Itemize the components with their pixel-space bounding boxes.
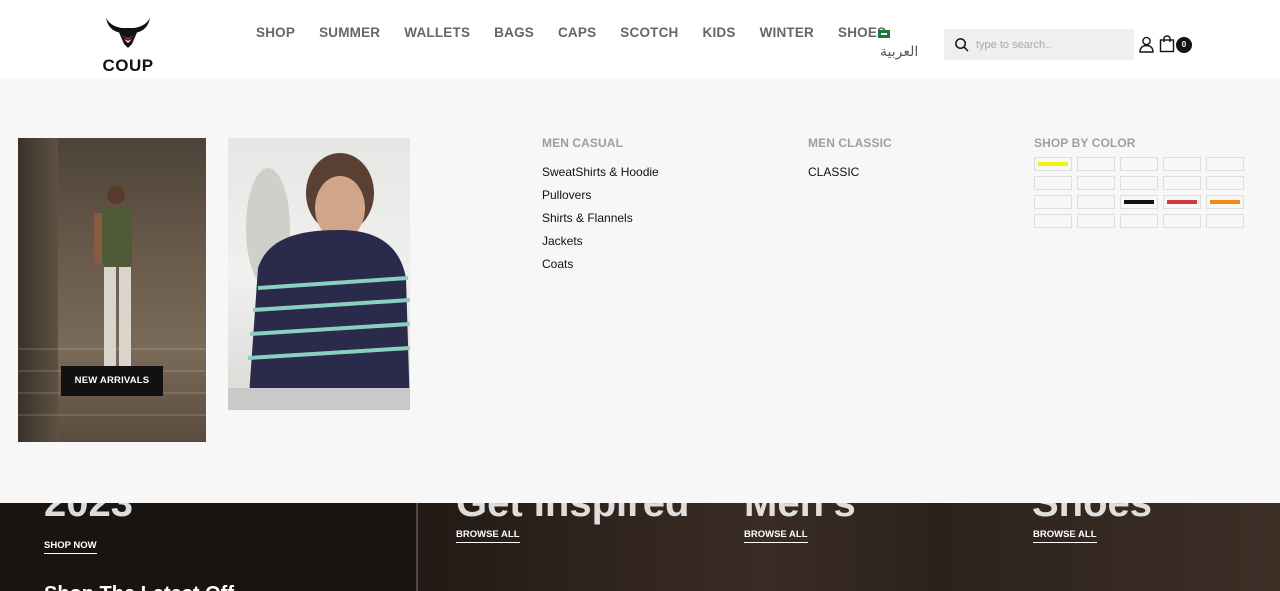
link-sweatshirts-hoodie[interactable]: SweatShirts & Hoodie [542, 165, 659, 180]
nav-summer[interactable]: SUMMER [307, 25, 392, 40]
hero-heading-2: Get Inspired [456, 503, 690, 525]
link-pullovers[interactable]: Pullovers [542, 188, 659, 203]
language-switcher[interactable]: العربية [876, 28, 930, 68]
color-swatch[interactable] [1163, 214, 1201, 228]
nav-kids[interactable]: KIDS [691, 25, 748, 40]
color-swatch[interactable] [1120, 176, 1158, 190]
hero-heading-4: Shoes [1032, 503, 1153, 525]
color-swatch[interactable] [1077, 157, 1115, 171]
color-swatch[interactable] [1077, 214, 1115, 228]
stair-line [18, 414, 206, 416]
search-input[interactable] [976, 34, 1126, 55]
shop-by-color-title: SHOP BY COLOR [1034, 136, 1136, 150]
promo-image-striped-tee[interactable] [228, 138, 410, 410]
color-chip [1124, 200, 1154, 204]
logo-text: COUP [102, 56, 154, 75]
color-swatch[interactable] [1034, 214, 1072, 228]
men-casual-column: MEN CASUAL SweatShirts & Hoodie Pullover… [542, 136, 659, 280]
cart-count-badge: 0 [1176, 37, 1192, 53]
nav-caps[interactable]: CAPS [546, 25, 608, 40]
color-swatch[interactable] [1120, 214, 1158, 228]
men-classic-title[interactable]: MEN CLASSIC [808, 136, 892, 150]
search-icon[interactable] [954, 37, 969, 52]
nav-shop[interactable]: SHOP [244, 25, 307, 40]
color-swatch[interactable] [1206, 157, 1244, 171]
color-swatch[interactable] [1206, 195, 1244, 209]
hero-heading-3: Men's [744, 503, 856, 525]
men-classic-column: MEN CLASSIC CLASSIC [808, 136, 892, 188]
color-swatch[interactable] [1163, 157, 1201, 171]
user-icon[interactable] [1138, 36, 1155, 53]
shopping-bag-icon[interactable] [1159, 35, 1175, 53]
nav-winter[interactable]: WINTER [748, 25, 826, 40]
color-swatch[interactable] [1077, 195, 1115, 209]
color-chip [1038, 162, 1068, 166]
hero-banner-strip: 2023 Get Inspired Men's Shoes SHOP NOW B… [0, 503, 1280, 591]
hero-heading-1: 2023 [44, 503, 133, 525]
main-nav: SHOP SUMMER WALLETS BAGS CAPS SCOTCH KID… [244, 25, 898, 40]
coup-logo[interactable]: COUP [100, 16, 156, 76]
color-swatch[interactable] [1077, 176, 1115, 190]
color-swatch[interactable] [1120, 157, 1158, 171]
color-swatch[interactable] [1120, 195, 1158, 209]
color-swatch[interactable] [1163, 176, 1201, 190]
hero-subtitle: Shop The Latest Off [44, 583, 234, 591]
model-portrait-icon [228, 153, 410, 410]
bull-logo-icon [106, 18, 150, 48]
search-box[interactable] [944, 29, 1134, 60]
nav-scotch[interactable]: SCOTCH [608, 25, 690, 40]
shop-now-link[interactable]: SHOP NOW [44, 540, 97, 554]
language-label: العربية [880, 44, 919, 60]
browse-all-link[interactable]: BROWSE ALL [1033, 529, 1097, 543]
browse-all-link[interactable]: BROWSE ALL [744, 529, 808, 543]
men-casual-title[interactable]: MEN CASUAL [542, 136, 659, 150]
color-swatch[interactable] [1034, 176, 1072, 190]
site-header: COUP SHOP SUMMER WALLETS BAGS CAPS SCOTC… [0, 0, 1280, 78]
color-chip [1167, 200, 1197, 204]
saudi-flag-icon [878, 30, 890, 38]
promo-image-new-arrivals[interactable]: NEW ARRIVALS [18, 138, 206, 442]
color-swatch[interactable] [1163, 195, 1201, 209]
browse-all-link[interactable]: BROWSE ALL [456, 529, 520, 543]
color-chip [1210, 200, 1240, 204]
link-classic[interactable]: CLASSIC [808, 165, 892, 180]
hero-divider [416, 503, 418, 591]
color-swatch[interactable] [1206, 214, 1244, 228]
shop-by-color-column: SHOP BY COLOR [1034, 136, 1244, 228]
link-coats[interactable]: Coats [542, 257, 659, 272]
mega-menu: NEW ARRIVALS MEN CASUAL SweatShirts & Ho… [0, 78, 1280, 503]
color-swatch-grid [1034, 157, 1244, 228]
staircase-rail-shape [18, 138, 58, 442]
color-swatch[interactable] [1034, 157, 1072, 171]
color-swatch[interactable] [1206, 176, 1244, 190]
link-shirts-flannels[interactable]: Shirts & Flannels [542, 211, 659, 226]
color-swatch[interactable] [1034, 195, 1072, 209]
new-arrivals-button[interactable]: NEW ARRIVALS [61, 366, 163, 396]
nav-bags[interactable]: BAGS [482, 25, 546, 40]
nav-wallets[interactable]: WALLETS [392, 25, 482, 40]
link-jackets[interactable]: Jackets [542, 234, 659, 249]
